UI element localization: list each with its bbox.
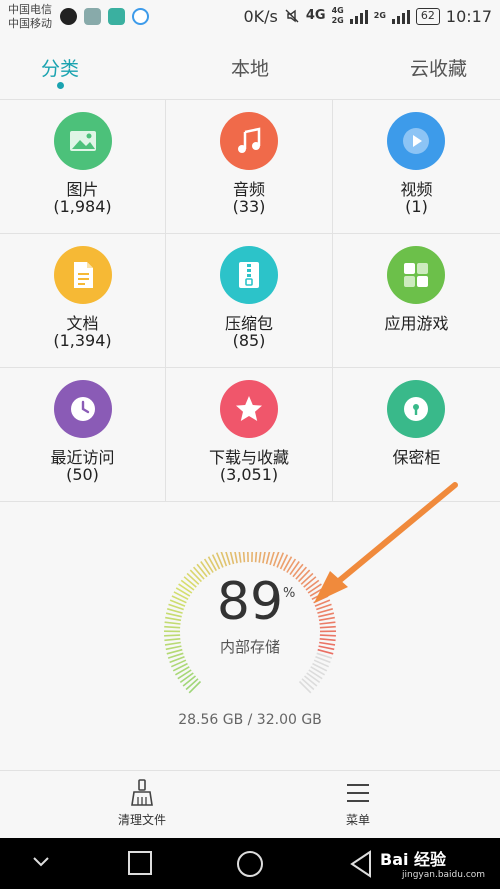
signal-1-icon <box>349 8 368 24</box>
gauge-tick-used <box>185 678 199 691</box>
gauge-tick-used <box>179 672 194 684</box>
status-indicators: 0K/s 4G 4G 2G 2G 62 10:17 <box>243 6 492 26</box>
gauge-tick-free <box>303 675 318 687</box>
category-grid: 图片 (1,984) 音频 (33) 视频 (1) 文档 (1,394) 压缩包… <box>0 100 500 502</box>
gauge-tick-used <box>238 552 242 563</box>
category-label: 应用游戏 <box>384 314 449 333</box>
category-count: (1,394) <box>53 331 112 350</box>
network-4g-small: 4G <box>331 6 344 15</box>
gauge-tick-used <box>188 680 202 694</box>
recent-apps-button[interactable] <box>127 850 153 876</box>
menu-button[interactable]: 菜单 <box>298 779 418 828</box>
status-bar: 中国电信 中国移动 0K/s 4G 4G 2G 2G 62 10:17 <box>0 0 500 36</box>
gauge-tick-free <box>298 680 312 694</box>
tab-bar: 分类 本地 云收藏 <box>0 36 500 100</box>
tab-local[interactable]: 本地 <box>231 54 269 81</box>
category-count: (50) <box>66 465 99 484</box>
tab-category[interactable]: 分类 <box>41 54 79 81</box>
document-icon <box>54 246 112 304</box>
gauge-tick-used <box>177 669 192 680</box>
clock-icon <box>54 380 112 438</box>
gallery-notification-icon <box>84 8 101 25</box>
gauge-tick-used <box>254 552 258 563</box>
gauge-tick-free <box>306 672 321 684</box>
gauge-tick-used <box>265 552 271 565</box>
sim2-network: 2G <box>374 11 386 21</box>
category-archives[interactable]: 压缩包 (85) <box>166 234 333 368</box>
clean-files-button[interactable]: 清理文件 <box>82 779 202 828</box>
annotation-arrow <box>314 482 458 603</box>
carrier-2: 中国移动 <box>8 17 52 30</box>
music-icon <box>220 112 278 170</box>
archive-icon <box>220 246 278 304</box>
lock-icon <box>387 380 445 438</box>
category-audio[interactable]: 音频 (33) <box>166 100 333 234</box>
video-icon <box>387 112 445 170</box>
clean-files-label: 清理文件 <box>117 813 166 827</box>
carrier-1: 中国电信 <box>8 3 52 16</box>
gauge-tick-used <box>229 552 235 565</box>
category-count: (1,984) <box>53 197 112 216</box>
storage-label: 内部存储 <box>219 638 280 656</box>
category-apps[interactable]: 应用游戏 <box>333 234 500 368</box>
network-2g: 2G <box>373 11 386 20</box>
back-button[interactable] <box>348 850 374 878</box>
mute-icon <box>285 9 299 23</box>
media-notification-icon <box>132 8 149 25</box>
storage-usage: 28.56 GB / 32.00 GB <box>178 712 322 728</box>
gauge-tick-used <box>234 552 238 564</box>
gauge-tick-used <box>258 552 262 563</box>
apps-icon <box>387 246 445 304</box>
chevron-down-icon[interactable] <box>32 856 50 868</box>
category-count: (85) <box>232 331 266 350</box>
qq-icon <box>60 8 77 25</box>
star-icon <box>220 380 278 438</box>
category-label: 保密柜 <box>392 448 441 467</box>
gauge-tick-used <box>262 552 266 564</box>
category-documents[interactable]: 文档 (1,394) <box>0 234 166 368</box>
gauge-tick-used <box>242 552 246 563</box>
notification-icons <box>60 8 149 25</box>
network-speed: 0K/s <box>243 6 278 26</box>
home-button[interactable] <box>236 850 264 878</box>
signal-2-icon <box>391 8 410 24</box>
network-type-stack: 4G 2G <box>332 6 344 26</box>
tab-cloud[interactable]: 云收藏 <box>410 54 467 81</box>
network-2g-small: 2G <box>331 16 344 25</box>
category-recent[interactable]: 最近访问 (50) <box>0 368 166 502</box>
gauge-tick-free <box>308 669 323 680</box>
category-count: (1) <box>405 197 428 216</box>
menu-icon <box>347 784 369 802</box>
baidu-watermark-url: jingyan.baidu.com <box>402 870 486 880</box>
gauge-tick-used <box>182 675 197 687</box>
category-images[interactable]: 图片 (1,984) <box>0 100 166 234</box>
bottom-toolbar: 清理文件 菜单 <box>0 770 500 838</box>
network-4g: 4G <box>305 8 326 23</box>
gauge-tick-free <box>301 678 315 691</box>
carrier-info: 中国电信 中国移动 <box>8 3 52 31</box>
battery-icon: 62 <box>415 7 440 25</box>
category-video[interactable]: 视频 (1) <box>333 100 500 234</box>
menu-label: 菜单 <box>345 813 370 827</box>
app-notification-icon <box>108 8 125 25</box>
storage-percent-sign: % <box>283 586 296 601</box>
category-count: (33) <box>232 197 266 216</box>
active-tab-indicator <box>57 82 64 89</box>
broom-icon <box>131 779 153 806</box>
image-icon <box>54 112 112 170</box>
baidu-watermark: Bai 经验 <box>380 850 447 869</box>
clock: 10:17 <box>445 6 492 26</box>
